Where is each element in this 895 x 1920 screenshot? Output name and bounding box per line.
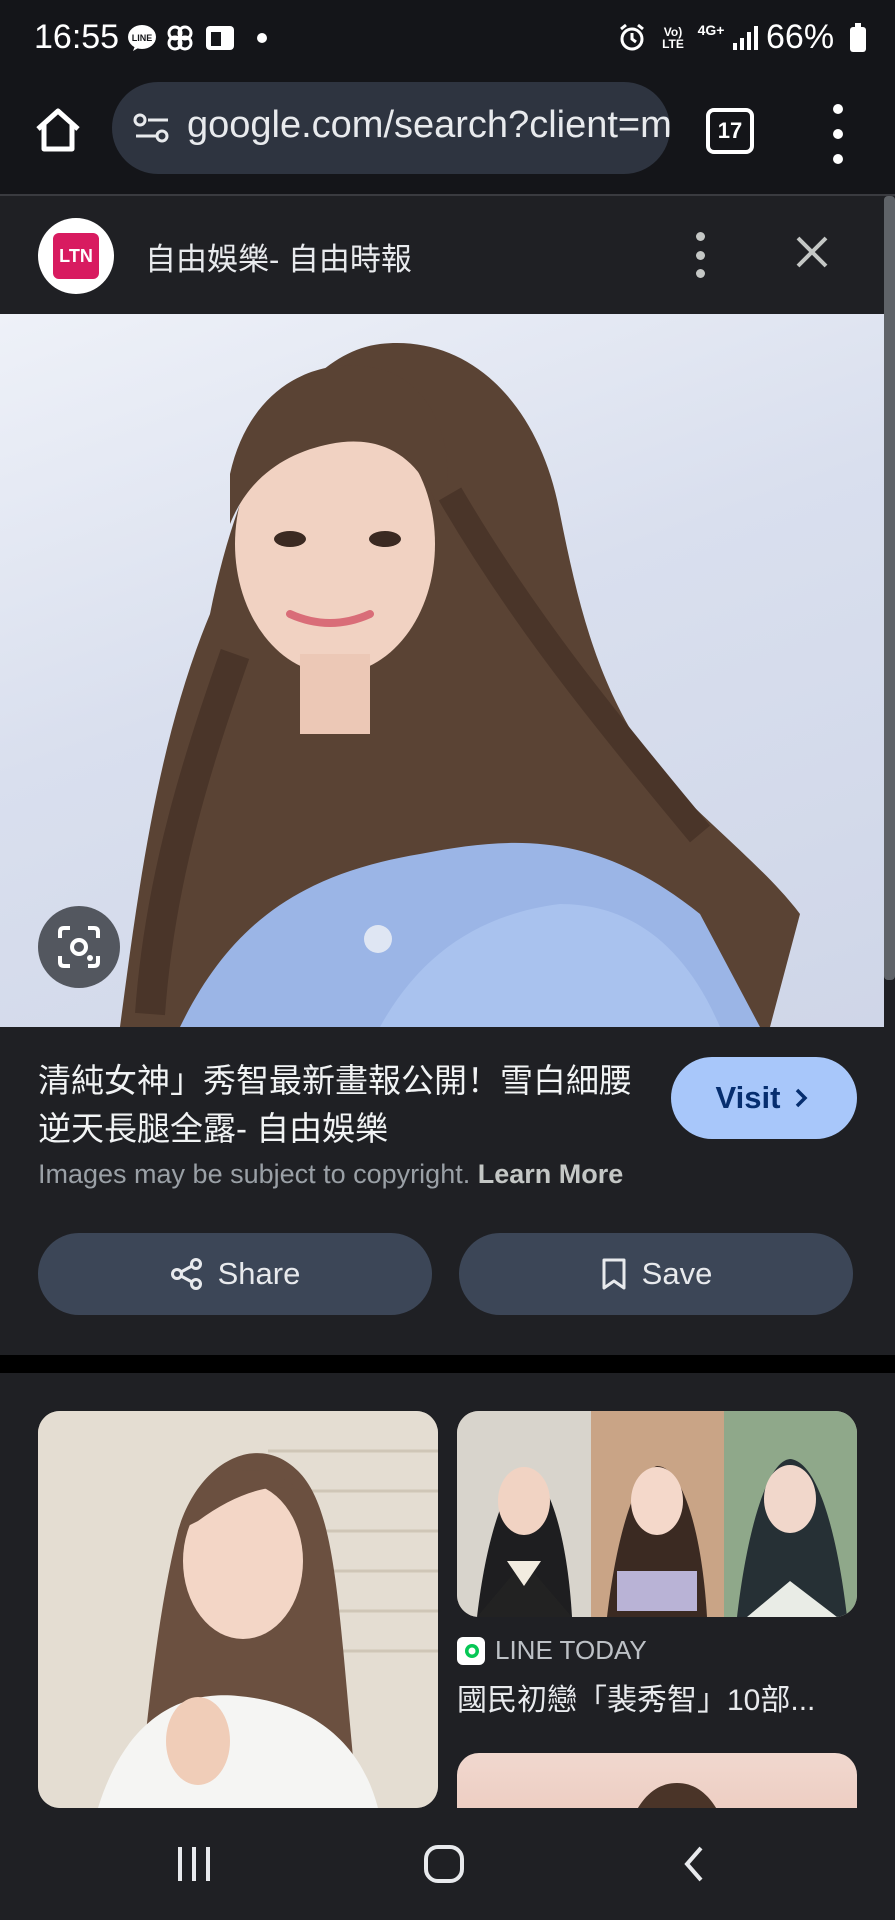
result-image[interactable] xyxy=(0,314,884,1027)
source-logo[interactable]: LTN xyxy=(38,218,114,294)
back-button[interactable] xyxy=(664,1834,724,1894)
pinwheel-icon xyxy=(164,22,196,54)
image-caption: 清純女神」秀智最新畫報公開！雪白細腰逆天長腿全露- 自由娛樂 Visit Ima… xyxy=(0,1027,895,1355)
share-label: Share xyxy=(217,1256,301,1291)
learn-more-link[interactable]: Learn More xyxy=(478,1159,624,1189)
recent-apps-button[interactable] xyxy=(164,1834,224,1894)
line-icon: LINE xyxy=(126,22,158,54)
copyright-text: Images may be subject to copyright. xyxy=(38,1159,471,1189)
dot-icon xyxy=(246,22,278,54)
signal-icon xyxy=(730,22,762,54)
lens-icon xyxy=(58,926,100,968)
system-nav-bar xyxy=(0,1808,895,1920)
line-today-icon xyxy=(457,1636,485,1665)
home-circle-icon xyxy=(424,1845,464,1883)
related-image-3[interactable] xyxy=(457,1753,857,1808)
browser-toolbar: google.com/search?client=m 17 xyxy=(0,78,895,196)
related-images: LINE TODAY 國民初戀「裴秀智」10部... xyxy=(0,1373,895,1808)
status-bar: 16:55 LINE Vo) LTE 4G+ 66% xyxy=(0,0,895,78)
visit-button[interactable]: Visit xyxy=(671,1057,857,1139)
svg-text:LINE: LINE xyxy=(132,33,153,43)
google-lens-button[interactable] xyxy=(38,906,120,988)
home-nav-button[interactable] xyxy=(414,1834,474,1894)
close-icon xyxy=(796,236,828,268)
site-settings-icon[interactable] xyxy=(132,108,172,148)
related-source[interactable]: LINE TODAY xyxy=(457,1635,647,1666)
image-title[interactable]: 清純女神」秀智最新畫報公開！雪白細腰逆天長腿全露- 自由娛樂 xyxy=(38,1057,638,1153)
ltn-logo: LTN xyxy=(53,233,99,279)
bookmark-icon xyxy=(602,1258,626,1290)
copyright-notice: Images may be subject to copyright. Lear… xyxy=(38,1159,623,1190)
more-menu-button[interactable] xyxy=(820,104,856,164)
scrollbar[interactable] xyxy=(884,196,895,980)
related-title[interactable]: 國民初戀「裴秀智」10部... xyxy=(457,1675,857,1719)
home-button[interactable] xyxy=(28,100,88,160)
source-more-button[interactable] xyxy=(690,232,710,278)
home-icon xyxy=(36,108,80,152)
close-button[interactable] xyxy=(790,230,834,274)
recents-icon xyxy=(178,1847,210,1881)
clock: 16:55 xyxy=(34,18,120,56)
url-text[interactable]: google.com/search?client=m xyxy=(187,104,670,147)
volte-icon: Vo) LTE xyxy=(662,25,684,51)
share-icon xyxy=(170,1258,202,1290)
4g-icon: 4G+ xyxy=(697,22,725,38)
flipboard-icon xyxy=(204,22,236,54)
battery-icon xyxy=(842,22,874,54)
save-button[interactable]: Save xyxy=(459,1233,853,1315)
url-bar[interactable]: google.com/search?client=m xyxy=(112,82,670,174)
battery-percentage: 66% xyxy=(766,18,835,56)
section-divider xyxy=(0,1355,895,1373)
related-image-2[interactable] xyxy=(457,1411,857,1617)
back-icon xyxy=(684,1846,703,1882)
source-header: LTN 自由娛樂- 自由時報 xyxy=(0,196,884,314)
save-label: Save xyxy=(641,1256,713,1291)
alarm-icon xyxy=(616,22,648,54)
tab-switcher-button[interactable]: 17 xyxy=(706,108,754,154)
source-title[interactable]: 自由娛樂- 自由時報 xyxy=(145,234,412,279)
related-image-1[interactable] xyxy=(38,1411,438,1808)
related-source-name: LINE TODAY xyxy=(495,1635,647,1665)
share-button[interactable]: Share xyxy=(38,1233,432,1315)
chevron-right-icon xyxy=(796,1088,808,1108)
visit-label: Visit xyxy=(715,1080,781,1115)
